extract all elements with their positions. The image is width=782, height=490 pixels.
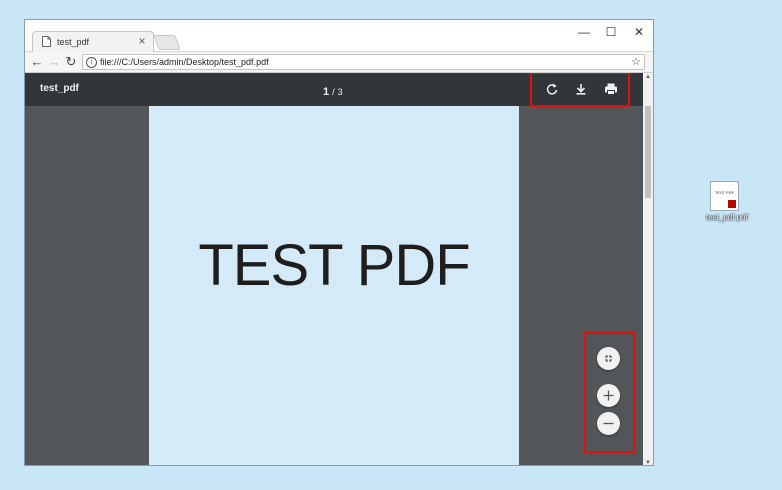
file-thumbnail-text: TEST PDF: [714, 190, 735, 195]
vertical-scrollbar[interactable]: ▲ ▼: [643, 73, 653, 465]
page-content: TEST PDF: [198, 233, 470, 298]
scroll-down-arrow-icon[interactable]: ▼: [643, 460, 653, 465]
pdf-file-icon: TEST PDF: [710, 181, 739, 211]
title-bar: test_pdf × — ☐ ✕: [25, 20, 653, 52]
close-tab-icon[interactable]: ×: [135, 34, 149, 48]
page-indicator: 1/3: [323, 82, 343, 100]
tab-title: test_pdf: [57, 37, 90, 47]
browser-tab[interactable]: test_pdf ×: [32, 31, 154, 52]
address-bar[interactable]: i file:///C:/Users/admin/Desktop/test_pd…: [82, 54, 645, 70]
forward-button[interactable]: →: [47, 54, 61, 70]
document-icon: [42, 36, 51, 47]
total-pages: 3: [337, 87, 343, 97]
desktop-file-label: test_pdf.pdf: [706, 213, 748, 222]
back-button[interactable]: ←: [30, 54, 44, 70]
minimize-button[interactable]: —: [574, 24, 594, 40]
browser-window: test_pdf × — ☐ ✕ ← → ↻ i file:///C:/User…: [24, 19, 654, 466]
pdf-viewer: TEST PDF test_pdf 1/3: [25, 73, 643, 465]
desktop-file-icon[interactable]: TEST PDF test_pdf.pdf: [706, 179, 748, 227]
scroll-thumb[interactable]: [645, 106, 651, 198]
close-window-button[interactable]: ✕: [629, 24, 649, 40]
current-page[interactable]: 1: [323, 86, 329, 98]
zoom-highlight-box: [584, 332, 635, 453]
pdf-toolbar: test_pdf 1/3: [25, 73, 643, 107]
browser-toolbar: ← → ↻ i file:///C:/Users/admin/Desktop/t…: [25, 52, 653, 73]
url-text: file:///C:/Users/admin/Desktop/test_pdf.…: [100, 57, 269, 67]
info-icon[interactable]: i: [86, 57, 97, 68]
pdf-title: test_pdf: [40, 83, 79, 94]
pdf-page: TEST PDF: [149, 104, 519, 465]
toolbar-highlight-box: [530, 73, 630, 107]
page-separator: /: [332, 87, 335, 97]
scroll-up-arrow-icon[interactable]: ▲: [643, 74, 653, 80]
acrobat-icon: [728, 200, 736, 208]
bookmark-star-icon[interactable]: ☆: [631, 55, 641, 68]
new-tab-button[interactable]: [153, 35, 181, 50]
reload-button[interactable]: ↻: [64, 54, 78, 70]
maximize-button[interactable]: ☐: [601, 24, 621, 40]
